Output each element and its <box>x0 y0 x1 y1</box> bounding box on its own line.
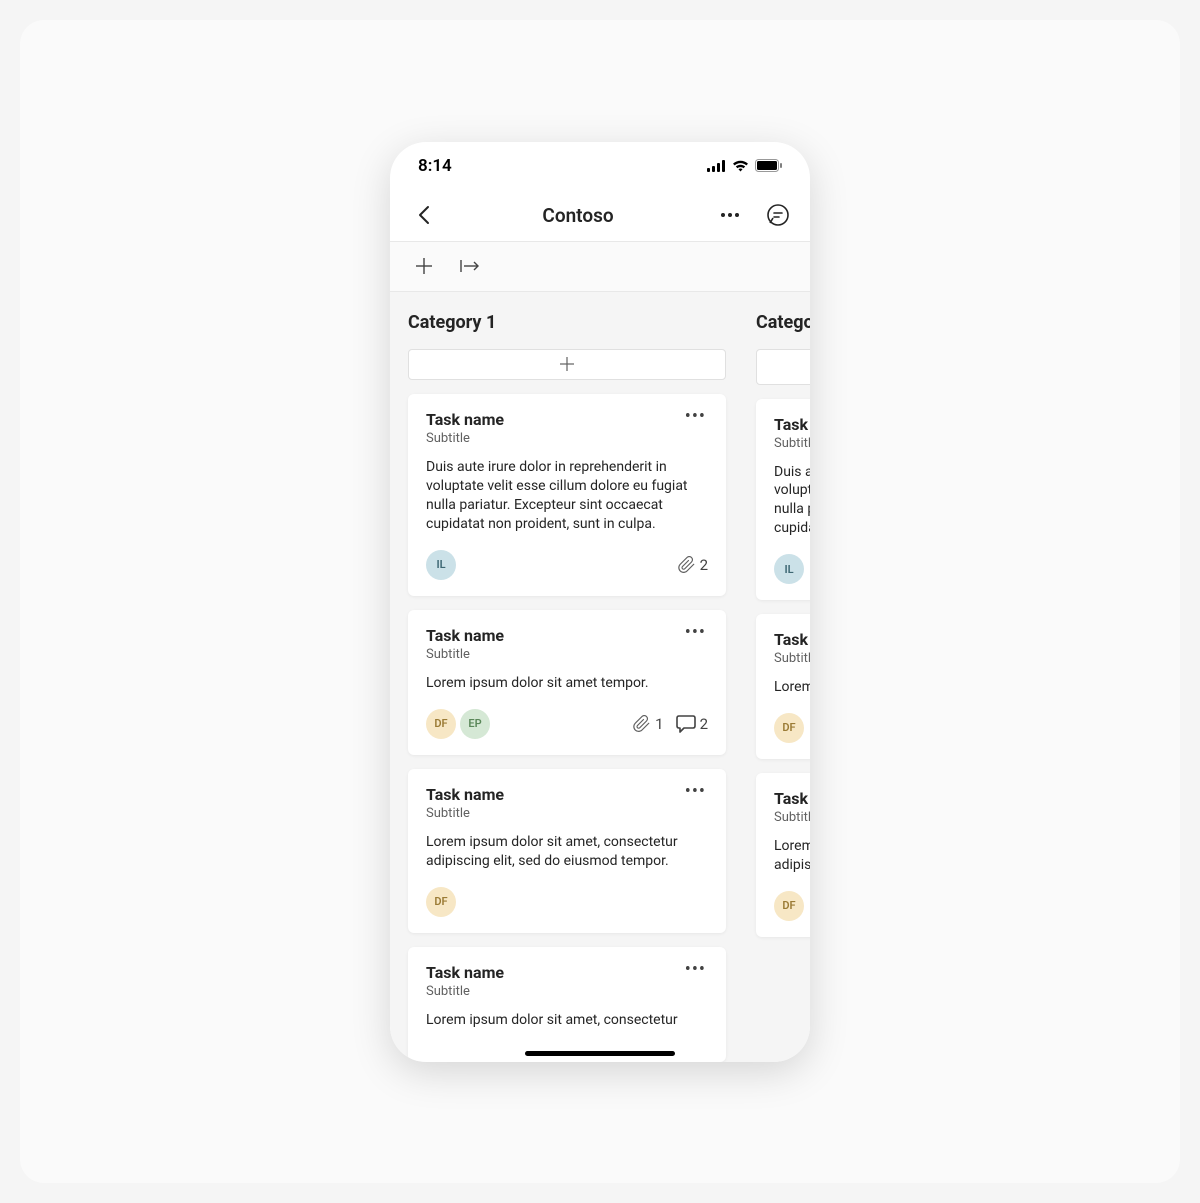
column-title: Category 2 <box>756 312 810 333</box>
nav-actions <box>712 197 796 233</box>
card-title: Task name <box>774 415 810 434</box>
expand-button[interactable] <box>454 250 486 282</box>
card-footer: DF <box>774 891 810 921</box>
card-menu-button[interactable]: ••• <box>683 963 708 977</box>
more-horizontal-icon <box>720 213 740 217</box>
card-subtitle: Subtitle <box>774 651 810 666</box>
card-header: Task name Subtitle ••• <box>774 415 810 451</box>
status-time: 8:14 <box>418 156 452 176</box>
avatar[interactable]: IL <box>426 550 456 580</box>
card-title: Task name <box>426 410 504 429</box>
page-title: Contoso <box>448 204 708 227</box>
task-card[interactable]: Task name Subtitle ••• Lorem ipsum dolor… <box>408 610 726 755</box>
expand-right-icon <box>460 259 480 273</box>
wifi-icon <box>732 160 749 172</box>
avatar-group: DFEP <box>426 709 490 739</box>
status-icons <box>707 159 782 172</box>
status-bar: 8:14 <box>390 142 810 190</box>
card-footer: IL <box>774 554 810 584</box>
plus-icon <box>415 257 433 275</box>
avatar-group: DF <box>426 887 456 917</box>
card-meta: 2 <box>678 556 708 574</box>
card-footer: IL 2 <box>426 550 708 580</box>
card-subtitle: Subtitle <box>774 436 810 451</box>
task-card[interactable]: Task name Subtitle ••• Duis aute irure d… <box>756 399 810 601</box>
task-card[interactable]: Task name Subtitle ••• Duis aute irure d… <box>408 394 726 596</box>
add-card-button[interactable] <box>756 349 810 385</box>
card-header: Task name Subtitle ••• <box>774 630 810 666</box>
avatar-group: DF <box>774 713 804 743</box>
nav-bar: Contoso <box>390 190 810 242</box>
card-header: Task name Subtitle ••• <box>426 785 708 821</box>
card-header: Task name Subtitle ••• <box>426 963 708 999</box>
card-menu-button[interactable]: ••• <box>683 410 708 424</box>
comment-count: 2 <box>676 715 708 733</box>
back-button[interactable] <box>404 195 444 235</box>
task-card[interactable]: Task name Subtitle ••• Lorem ipsum dolor… <box>408 769 726 933</box>
card-subtitle: Subtitle <box>426 431 504 446</box>
card-body: Lorem ipsum dolor sit amet tempor. <box>426 674 708 693</box>
add-button[interactable] <box>408 250 440 282</box>
card-list: Task name Subtitle ••• Duis aute irure d… <box>408 394 726 1061</box>
avatar[interactable]: EP <box>460 709 490 739</box>
card-subtitle: Subtitle <box>774 810 810 825</box>
attachment-count: 1 <box>633 715 663 733</box>
task-card[interactable]: Task name Subtitle ••• Lorem ipsum dolor… <box>756 614 810 759</box>
outer-frame: 8:14 Contoso <box>20 20 1180 1183</box>
avatar[interactable]: DF <box>774 713 804 743</box>
card-subtitle: Subtitle <box>426 647 504 662</box>
card-menu-button[interactable]: ••• <box>683 785 708 799</box>
add-card-button[interactable] <box>408 349 726 381</box>
avatar-group: DF <box>774 891 804 921</box>
avatar[interactable]: DF <box>426 887 456 917</box>
chat-icon <box>766 203 790 227</box>
phone-container: 8:14 Contoso <box>390 142 810 1062</box>
card-subtitle: Subtitle <box>426 984 504 999</box>
toolbar <box>390 242 810 292</box>
column-title: Category 1 <box>408 312 726 333</box>
card-subtitle: Subtitle <box>426 806 504 821</box>
card-footer: DFEP 12 <box>426 709 708 739</box>
column: Category 1 Task name Subtitle ••• Duis a… <box>408 312 726 1062</box>
card-body: Lorem ipsum dolor sit amet, consectetur … <box>426 833 708 871</box>
board[interactable]: Category 1 Task name Subtitle ••• Duis a… <box>390 292 810 1062</box>
card-title: Task name <box>426 626 504 645</box>
card-header: Task name Subtitle ••• <box>774 789 810 825</box>
card-title: Task name <box>426 785 504 804</box>
task-card[interactable]: Task name Subtitle ••• Lorem ipsum dolor… <box>408 947 726 1062</box>
task-card[interactable]: Task name Subtitle ••• Lorem ipsum dolor… <box>756 773 810 937</box>
attachment-icon <box>633 715 651 733</box>
chevron-left-icon <box>418 205 430 225</box>
home-indicator[interactable] <box>525 1051 675 1056</box>
card-menu-button[interactable]: ••• <box>683 626 708 640</box>
chat-button[interactable] <box>760 197 796 233</box>
avatar[interactable]: IL <box>774 554 804 584</box>
card-body: Lorem ipsum dolor sit amet, consectetur <box>426 1011 708 1030</box>
card-meta: 12 <box>633 715 708 733</box>
card-body: Lorem ipsum dolor sit amet, consectetur … <box>774 837 810 875</box>
card-footer: DF <box>774 713 810 743</box>
card-title: Task name <box>774 630 810 649</box>
avatar-group: IL <box>774 554 804 584</box>
card-header: Task name Subtitle ••• <box>426 626 708 662</box>
card-title: Task name <box>774 789 810 808</box>
card-body: Duis aute irure dolor in reprehenderit i… <box>774 463 810 539</box>
card-list: Task name Subtitle ••• Duis aute irure d… <box>756 399 810 937</box>
plus-icon <box>559 356 575 372</box>
attachment-count: 2 <box>678 556 708 574</box>
card-body: Duis aute irure dolor in reprehenderit i… <box>426 458 708 534</box>
attachment-icon <box>678 556 696 574</box>
card-footer: DF <box>426 887 708 917</box>
comment-icon <box>676 715 696 733</box>
card-body: Lorem ipsum dolor sit amet tempor. <box>774 678 810 697</box>
avatar-group: IL <box>426 550 456 580</box>
battery-icon <box>755 159 782 172</box>
more-button[interactable] <box>712 197 748 233</box>
column: Category 2 Task name Subtitle ••• Duis a… <box>756 312 810 1062</box>
avatar[interactable]: DF <box>774 891 804 921</box>
avatar[interactable]: DF <box>426 709 456 739</box>
card-title: Task name <box>426 963 504 982</box>
card-header: Task name Subtitle ••• <box>426 410 708 446</box>
signal-icon <box>707 160 726 172</box>
